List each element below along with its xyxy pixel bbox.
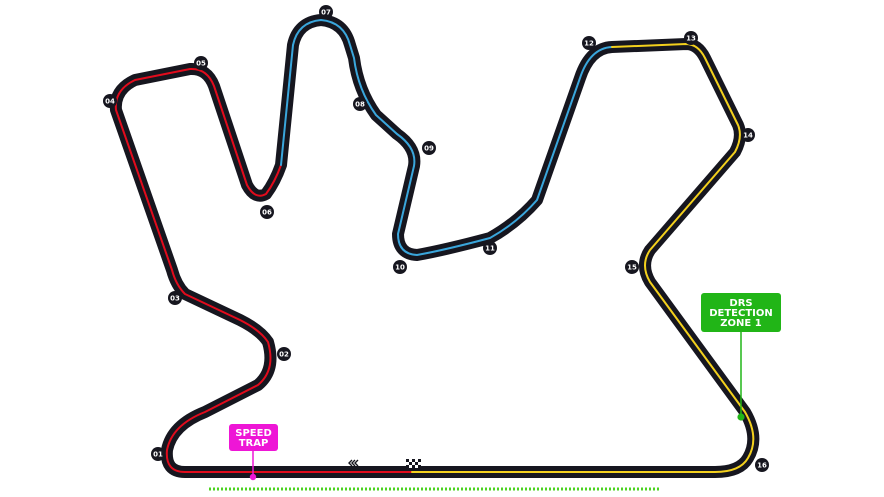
sector-3-line	[411, 43, 755, 473]
turn-marker-02: 02	[277, 347, 291, 361]
turn-label: 16	[757, 462, 767, 470]
checker-square	[409, 462, 412, 465]
turn-marker-15: 15	[625, 260, 639, 274]
checker-square	[406, 465, 409, 468]
turn-marker-16: 16	[755, 458, 769, 472]
turn-label: 09	[424, 145, 434, 153]
turn-label: 14	[743, 132, 753, 140]
turn-marker-06: 06	[260, 205, 274, 219]
speed-trap-line2: TRAP	[239, 438, 269, 449]
turn-label: 04	[105, 98, 115, 106]
drs-detection-marker: DRS DETECTION ZONE 1	[701, 293, 781, 421]
turn-marker-05: 05	[194, 56, 208, 70]
checker-square	[406, 459, 409, 462]
turn-label: 07	[321, 9, 331, 17]
checker-square	[412, 459, 415, 462]
checker-square	[418, 459, 421, 462]
turn-label: 15	[627, 264, 637, 272]
checker-square	[418, 465, 421, 468]
checker-square	[409, 465, 412, 468]
turn-label: 12	[584, 40, 594, 48]
checkered-flag-icon	[406, 459, 421, 468]
checker-square	[415, 459, 418, 462]
turn-marker-01: 01	[151, 447, 165, 461]
turn-marker-08: 08	[353, 97, 367, 111]
turn-label: 08	[355, 101, 365, 109]
checker-square	[412, 465, 415, 468]
turn-label: 05	[196, 60, 206, 68]
turn-label: 10	[395, 264, 405, 272]
turn-marker-10: 10	[393, 260, 407, 274]
checker-square	[406, 462, 409, 465]
turn-marker-04: 04	[103, 94, 117, 108]
turn-label: 13	[686, 35, 696, 43]
checker-square	[415, 465, 418, 468]
turn-label: 06	[262, 209, 272, 217]
sector-1-line	[114, 67, 413, 473]
turn-label: 03	[170, 295, 180, 303]
turn-marker-12: 12	[582, 36, 596, 50]
turn-marker-13: 13	[684, 31, 698, 45]
turn-marker-07: 07	[319, 5, 333, 19]
turn-label: 01	[153, 451, 163, 459]
turn-marker-14: 14	[741, 128, 755, 142]
direction-chevrons-icon	[348, 459, 359, 467]
turn-label: 02	[279, 351, 289, 359]
checker-square	[409, 459, 412, 462]
turn-label: 11	[485, 245, 495, 253]
turn-marker-03: 03	[168, 291, 182, 305]
track-outline	[109, 14, 760, 478]
circuit-map: SPEED TRAP DRS DETECTION ZONE 1 01020304…	[103, 5, 781, 491]
turn-marker-11: 11	[483, 241, 497, 255]
checker-square	[412, 462, 415, 465]
checker-square	[415, 462, 418, 465]
drs-detection-line3: ZONE 1	[720, 318, 761, 329]
checker-square	[418, 462, 421, 465]
turn-marker-09: 09	[422, 141, 436, 155]
